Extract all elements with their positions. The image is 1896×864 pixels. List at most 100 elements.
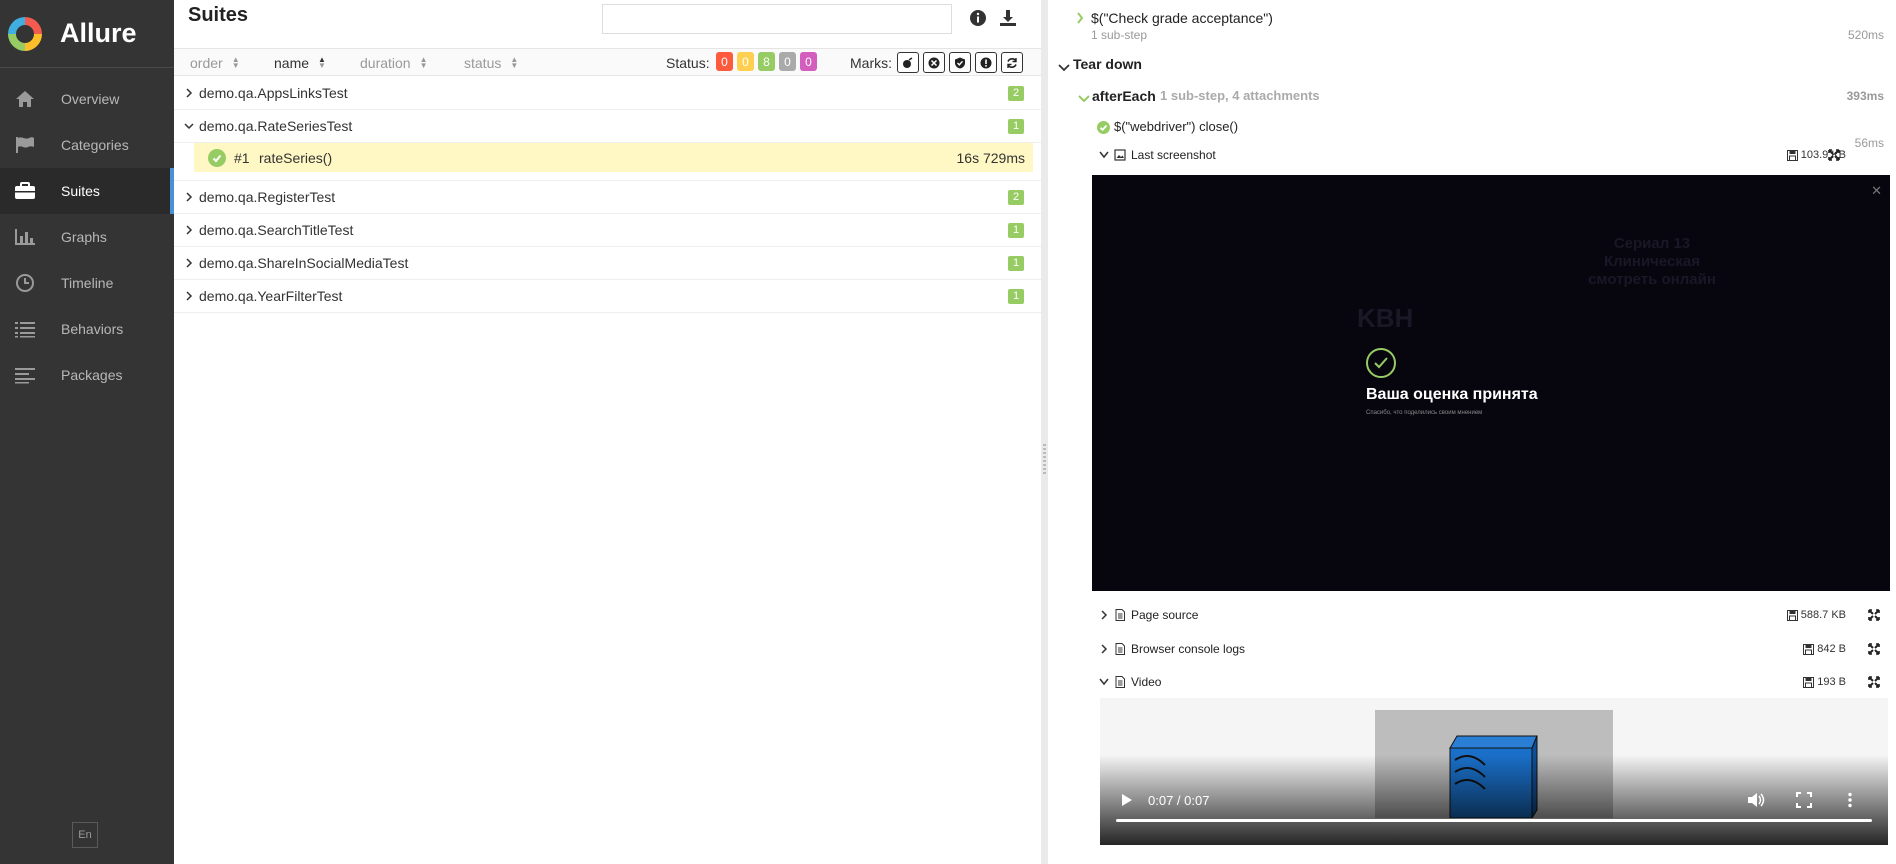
attachment-size: 193 B [1803, 676, 1846, 688]
status-unknown-toggle[interactable]: 0 [800, 52, 817, 71]
briefcase-icon [12, 181, 38, 201]
tree-row-suite[interactable]: demo.qa.YearFilterTest 1 [174, 280, 1041, 313]
sidebar-item-categories[interactable]: Categories [0, 122, 174, 168]
attachment-page-source[interactable]: Page source 588.7 KB [1098, 605, 1886, 625]
sort-arrows-icon: ▲ ▼ [510, 55, 519, 70]
tree-row-suite[interactable]: demo.qa.ShareInSocialMediaTest 1 [174, 247, 1041, 280]
chevron-down-icon [183, 120, 195, 132]
attachment-name: Video [1131, 675, 1162, 689]
suites-tree: demo.qa.AppsLinksTest 2 demo.qa.RateSeri… [174, 77, 1041, 313]
sidebar-nav: Overview Categories Suites Graphs Timeli… [0, 76, 174, 398]
download-icon[interactable] [998, 8, 1018, 28]
brand[interactable]: Allure [0, 0, 174, 68]
tree-row-suite[interactable]: demo.qa.AppsLinksTest 2 [174, 77, 1041, 110]
step-name[interactable]: $("Check grade acceptance") [1091, 10, 1273, 26]
screenshot-preview[interactable]: KBH Сериал 13 Клиническая смотреть онлай… [1092, 175, 1890, 591]
sidebar-item-behaviors[interactable]: Behaviors [0, 306, 174, 352]
search-input[interactable] [602, 4, 952, 34]
suite-name: demo.qa.RegisterTest [199, 189, 336, 205]
screenshot-bg-heading: Сериал 13 Клиническая смотреть онлайн [1588, 235, 1716, 288]
text-file-icon [1115, 643, 1125, 655]
status-passed-toggle[interactable]: 8 [758, 52, 775, 71]
status-broken-toggle[interactable]: 0 [737, 52, 754, 71]
sidebar-item-overview[interactable]: Overview [0, 76, 174, 122]
chevron-right-icon [183, 257, 195, 269]
attachment-browser-console-logs[interactable]: Browser console logs 842 B [1098, 639, 1886, 659]
step-name[interactable]: $("webdriver") close() [1114, 119, 1238, 134]
chevron-down-icon[interactable] [1058, 59, 1070, 77]
chevron-right-icon [183, 191, 195, 203]
passed-status-icon [1097, 121, 1110, 139]
flag-icon [12, 135, 38, 155]
fullscreen-icon[interactable] [1868, 643, 1880, 655]
fullscreen-icon[interactable] [1828, 149, 1840, 161]
flaky-mark-icon[interactable] [897, 52, 919, 73]
sort-name[interactable]: name ▲ ▼ [274, 55, 326, 71]
home-icon [12, 89, 38, 109]
sidebar-item-timeline[interactable]: Timeline [0, 260, 174, 306]
chevron-right-icon [183, 87, 195, 99]
chevron-down-icon [1098, 678, 1110, 686]
tree-row-suite[interactable]: demo.qa.RegisterTest 2 [174, 181, 1041, 214]
sidebar-item-suites[interactable]: Suites [0, 168, 174, 214]
volume-icon[interactable] [1746, 790, 1766, 810]
sort-status[interactable]: status ▲ ▼ [464, 55, 518, 71]
sidebar-item-graphs[interactable]: Graphs [0, 214, 174, 260]
sort-order[interactable]: order ▲ ▼ [190, 55, 240, 71]
chevron-right-icon[interactable] [1076, 11, 1084, 29]
align-left-icon [12, 365, 38, 385]
status-skipped-toggle[interactable]: 0 [779, 52, 796, 71]
language-switcher[interactable]: En [72, 822, 98, 848]
sidebar-item-packages[interactable]: Packages [0, 352, 174, 398]
image-file-icon [1114, 149, 1126, 161]
info-icon[interactable] [968, 8, 988, 28]
chevron-right-icon [183, 290, 195, 302]
retries-mark-icon[interactable] [1001, 52, 1023, 73]
attachment-last-screenshot[interactable]: Last screenshot 103.9 KB [1098, 145, 1886, 165]
sidebar-item-label: Overview [61, 91, 120, 107]
sidebar-item-label: Timeline [61, 275, 114, 291]
status-failed-toggle[interactable]: 0 [716, 52, 733, 71]
new-passed-mark-icon[interactable] [949, 52, 971, 73]
fullscreen-icon[interactable] [1868, 609, 1880, 621]
new-failed-mark-icon[interactable] [923, 52, 945, 73]
video-time: 0:07 / 0:07 [1148, 793, 1210, 808]
test-details-pane: $("Check grade acceptance") 1 sub-step 5… [1048, 0, 1896, 864]
fullscreen-icon[interactable] [1868, 676, 1880, 688]
sort-label: status [464, 55, 502, 71]
sort-label: order [190, 55, 223, 71]
tree-row-suite[interactable]: demo.qa.SearchTitleTest 1 [174, 214, 1041, 247]
video-player[interactable]: 0:07 / 0:07 [1100, 698, 1888, 845]
attachment-size: 588.7 KB [1786, 609, 1846, 621]
teardown-section-title[interactable]: Tear down [1073, 56, 1142, 72]
text-file-icon [1115, 676, 1125, 688]
video-progress-bar[interactable] [1116, 819, 1872, 822]
test-number: #1 [234, 149, 250, 166]
pane-splitter[interactable] [1041, 0, 1048, 864]
tree-row-suite[interactable]: demo.qa.RateSeriesTest 1 [174, 110, 1041, 143]
chevron-down-icon[interactable] [1078, 90, 1090, 108]
sidebar-item-label: Graphs [61, 229, 107, 245]
after-each-step[interactable]: afterEach [1092, 88, 1156, 104]
test-duration: 16s 729ms [956, 149, 1025, 166]
video-overlay [1100, 755, 1888, 845]
suite-name: demo.qa.SearchTitleTest [199, 222, 354, 238]
attachment-size-value: 193 B [1817, 676, 1846, 688]
sidebar-item-label: Categories [61, 137, 129, 153]
attachment-video[interactable]: Video 193 B [1098, 672, 1886, 692]
allure-report: Allure Overview Categories Suites Graphs… [0, 0, 1896, 864]
more-options-icon[interactable] [1840, 790, 1860, 810]
new-broken-mark-icon[interactable] [975, 52, 997, 73]
test-case-row[interactable]: #1 rateSeries() 16s 729ms [194, 143, 1033, 172]
attachment-name: Page source [1131, 608, 1199, 622]
tree-spacer [174, 172, 1041, 181]
fullscreen-icon[interactable] [1794, 790, 1814, 810]
screenshot-title: Ваша оценка принята [1366, 386, 1538, 403]
after-each-duration: 393ms [1846, 89, 1884, 103]
after-each-meta: 1 sub-step, 4 attachments [1160, 88, 1320, 103]
save-icon [1786, 149, 1798, 161]
play-icon[interactable] [1118, 792, 1134, 808]
sidebar: Allure Overview Categories Suites Graphs… [0, 0, 174, 864]
attachment-size-value: 588.7 KB [1800, 609, 1846, 621]
sort-duration[interactable]: duration ▲ ▼ [360, 55, 428, 71]
